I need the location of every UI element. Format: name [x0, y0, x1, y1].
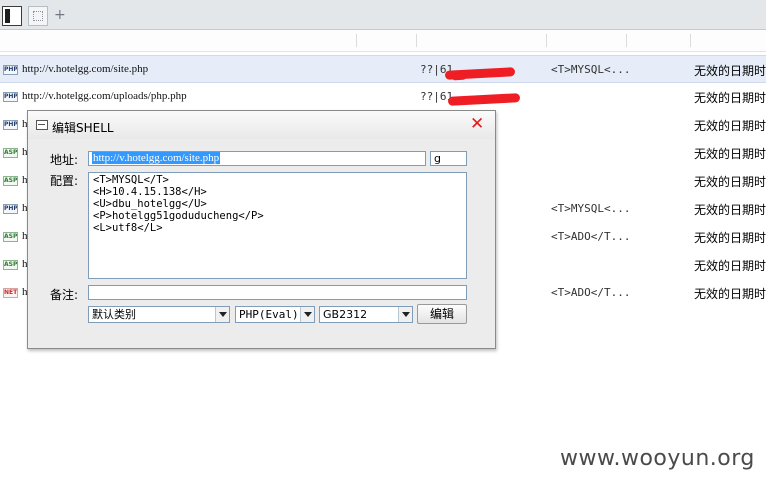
script-type-select[interactable]: PHP(Eval) [235, 306, 315, 323]
column-separator[interactable] [690, 34, 691, 47]
row-date: 无效的日期时 [694, 231, 766, 245]
add-tab-button[interactable]: + [54, 7, 66, 23]
row-config: <T>MYSQL<... [551, 202, 631, 215]
note-input[interactable] [88, 285, 467, 300]
column-separator[interactable] [546, 34, 547, 47]
php-file-icon: PHP [3, 120, 18, 130]
encoding-select[interactable]: GB2312 [319, 306, 413, 323]
net-file-icon: NET [3, 288, 18, 298]
list-header [0, 30, 766, 52]
address-value: http://v.hotelgg.com/site.php [92, 152, 221, 164]
asp-file-icon: ASP [3, 232, 18, 242]
dotted-square-icon [33, 11, 43, 21]
edit-shell-dialog: 编辑SHELL ✕ 地址: http://v.hotelgg.com/site.… [27, 110, 496, 349]
redaction-mark [451, 73, 467, 81]
config-label: 配置: [50, 174, 79, 188]
window-icon [36, 120, 48, 130]
config-line: <T>MYSQL</T> [93, 174, 169, 186]
script-type-select-value: PHP(Eval) [239, 308, 299, 321]
row-url: http://v.hotelgg.com/uploads/php.php [22, 90, 187, 102]
config-line: <U>dbu_hotelgg</U> [93, 198, 207, 210]
php-file-icon: PHP [3, 204, 18, 214]
password-input[interactable]: g [430, 151, 467, 166]
column-separator[interactable] [626, 34, 627, 47]
row-config: <T>ADO</T... [551, 230, 631, 243]
row-date: 无效的日期时 [694, 91, 766, 105]
table-row[interactable]: PHP http://v.hotelgg.com/uploads/php.php… [0, 83, 766, 111]
note-label: 备注: [50, 288, 79, 302]
watermark: www.wooyun.org [560, 446, 755, 471]
asp-file-icon: ASP [3, 260, 18, 270]
edit-button[interactable]: 编辑 [417, 304, 467, 324]
asp-file-icon: ASP [3, 148, 18, 158]
address-label: 地址: [50, 153, 79, 167]
table-row[interactable]: PHP http://v.hotelgg.com/site.php ??|61.… [0, 55, 766, 83]
window-icon [5, 9, 10, 23]
encoding-select-value: GB2312 [323, 308, 368, 321]
php-file-icon: PHP [3, 65, 18, 75]
php-file-icon: PHP [3, 92, 18, 102]
row-date: 无效的日期时 [694, 119, 766, 133]
address-input[interactable]: http://v.hotelgg.com/site.php [88, 151, 426, 166]
config-line: <P>hotelgg51goduducheng</P> [93, 210, 264, 222]
chevron-down-icon [398, 307, 412, 322]
dialog-title: 编辑SHELL [52, 121, 114, 135]
tab-shell-list[interactable] [2, 6, 22, 26]
row-config: <T>ADO</T... [551, 286, 631, 299]
row-date: 无效的日期时 [694, 287, 766, 301]
close-icon[interactable]: ✕ [470, 114, 484, 134]
chevron-down-icon [300, 307, 314, 322]
column-separator[interactable] [356, 34, 357, 47]
row-date: 无效的日期时 [694, 203, 766, 217]
row-url: http://v.hotelgg.com/site.php [22, 63, 149, 75]
chevron-down-icon [215, 307, 229, 322]
config-line: <H>10.4.15.138</H> [93, 186, 207, 198]
row-date: 无效的日期时 [694, 147, 766, 161]
dialog-titlebar[interactable]: 编辑SHELL ✕ [28, 111, 495, 139]
asp-file-icon: ASP [3, 176, 18, 186]
tab-blank[interactable] [28, 6, 48, 26]
tab-bar: + [0, 0, 766, 30]
row-date: 无效的日期时 [694, 64, 766, 78]
row-date: 无效的日期时 [694, 259, 766, 273]
row-config: <T>MYSQL<... [551, 63, 631, 76]
category-select[interactable]: 默认类别 [88, 306, 230, 323]
category-select-value: 默认类别 [92, 308, 136, 321]
row-date: 无效的日期时 [694, 175, 766, 189]
config-textarea[interactable]: <T>MYSQL</T> <H>10.4.15.138</H> <U>dbu_h… [88, 172, 467, 279]
column-separator[interactable] [416, 34, 417, 47]
config-line: <L>utf8</L> [93, 222, 163, 234]
